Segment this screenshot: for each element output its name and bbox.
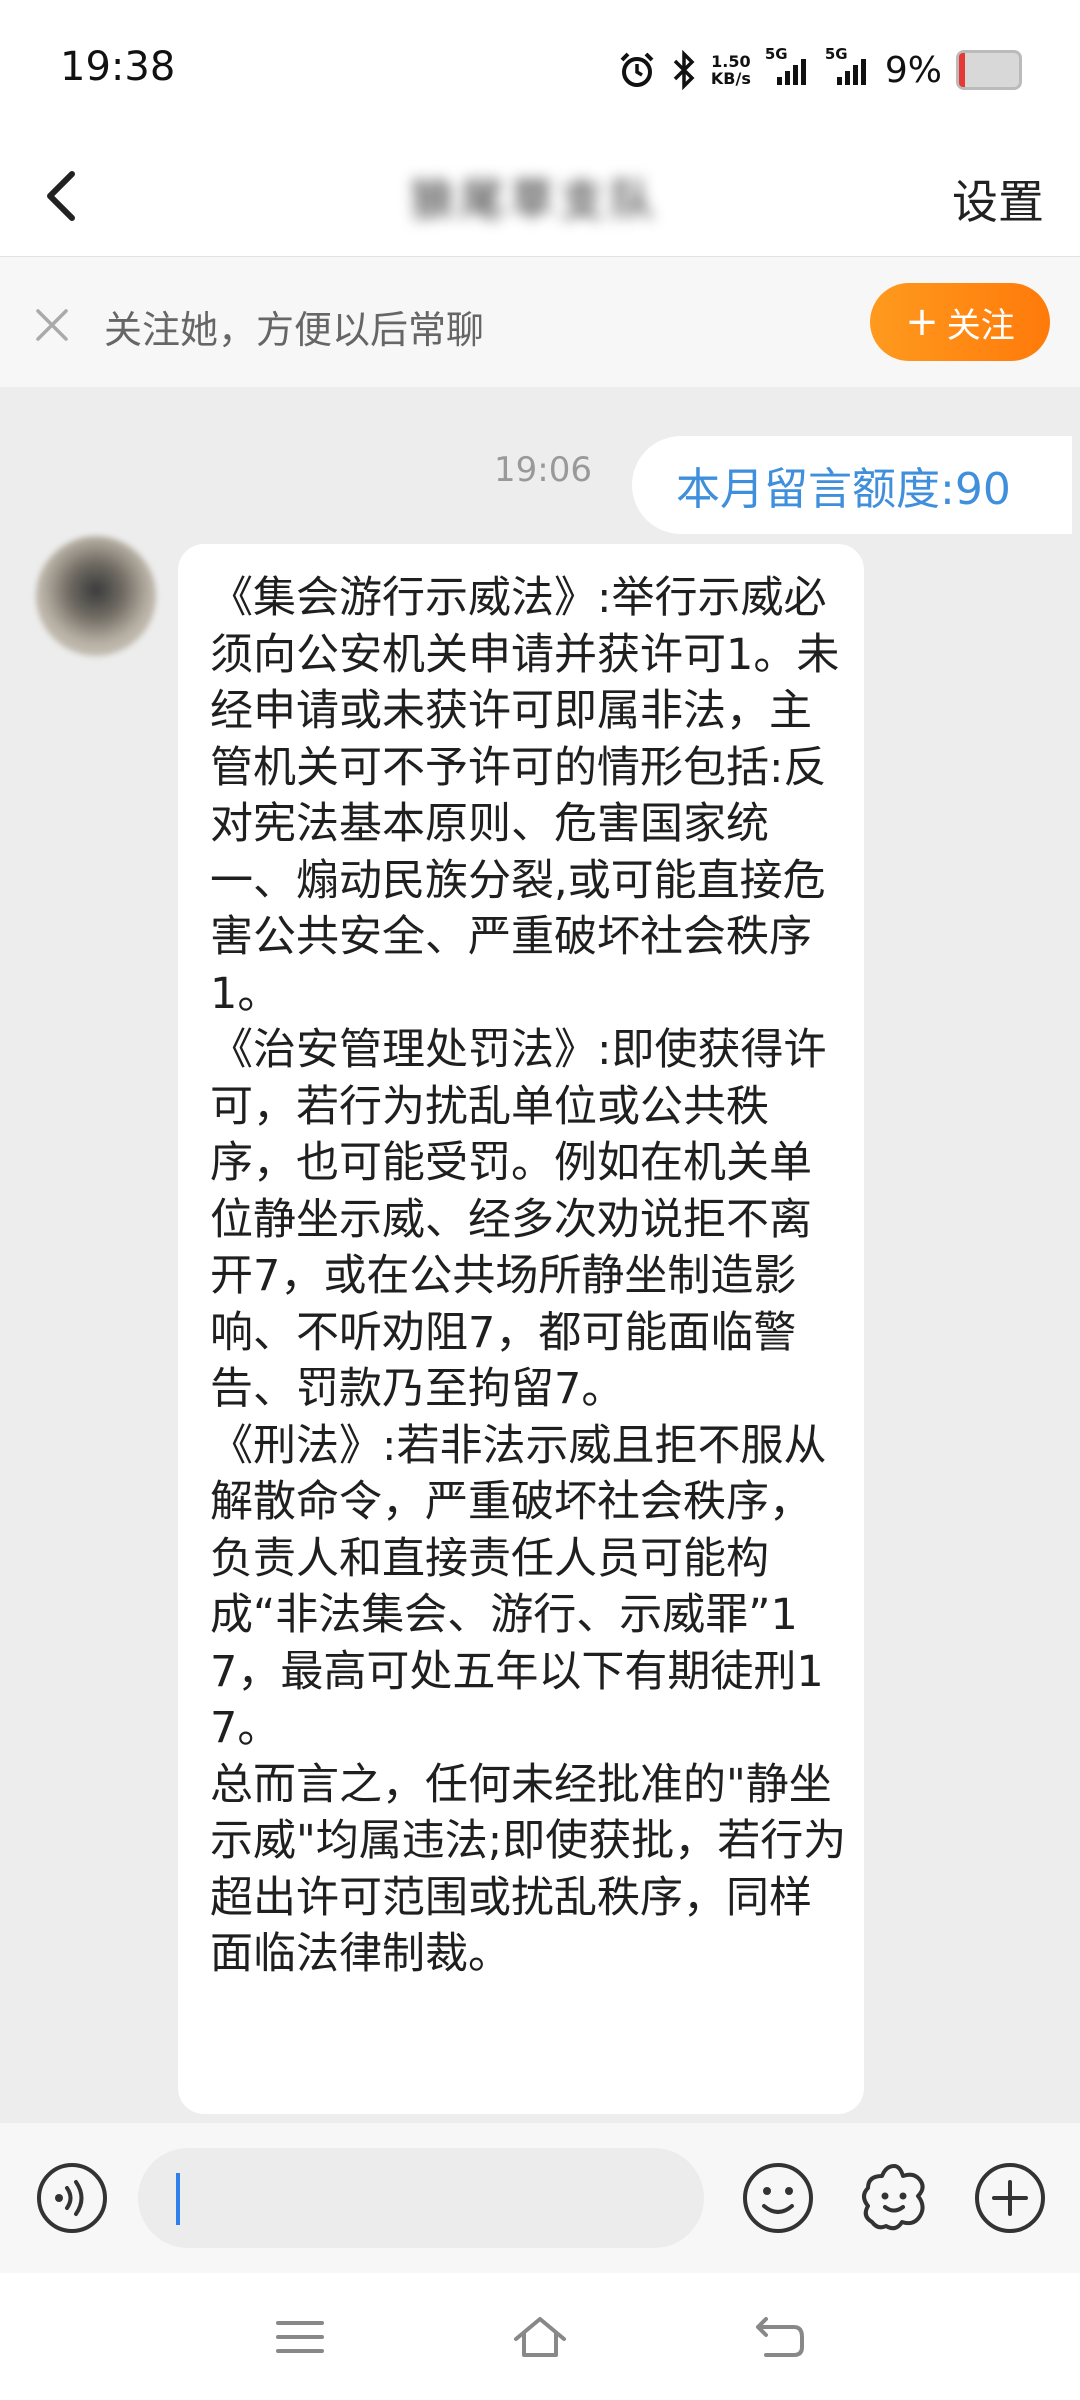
battery-percent: 9% [884, 49, 942, 91]
emoji-icon[interactable] [740, 2160, 816, 2236]
add-icon[interactable] [972, 2160, 1048, 2236]
input-bar [0, 2123, 1080, 2273]
sim1-label: 5G [764, 45, 788, 63]
outgoing-message-text: 本月留言额度:90 [676, 464, 1011, 515]
page-title: 狼尾草支队 [410, 175, 660, 226]
message-input[interactable] [138, 2148, 704, 2248]
outgoing-message[interactable]: 本月留言额度:90 [632, 436, 1072, 534]
home-icon[interactable] [510, 2311, 570, 2363]
text-cursor [176, 2173, 180, 2225]
status-time: 19:38 [60, 44, 176, 90]
signal-icon: 5G [765, 45, 811, 85]
follow-prompt: 关注她，方便以后常聊 [104, 308, 485, 352]
battery-icon [956, 50, 1022, 90]
back-nav-icon[interactable] [750, 2311, 810, 2363]
bluetooth-icon [673, 50, 695, 90]
sticker-icon[interactable] [856, 2160, 932, 2236]
alarm-icon [620, 52, 654, 87]
system-nav-bar [0, 2273, 1080, 2400]
status-bar: 19:38 1.50 KB/s 5G 5G 9% [0, 0, 1080, 138]
follow-button-label: 关注 [946, 305, 1015, 346]
net-speed-unit: KB/s [710, 69, 751, 88]
incoming-message[interactable]: 《集会游行示威法》:举行示威必须向公安机关申请并获许可1。未经申请或未获许可即属… [178, 544, 864, 2114]
follow-button[interactable]: + 关注 [870, 283, 1050, 361]
message-list[interactable]: 19:06 本月留言额度:90 《集会游行示威法》:举行示威必须向公安机关申请并… [0, 388, 1080, 2123]
status-icons: 1.50 KB/s 5G 5G 9% [617, 45, 1022, 92]
chat-screen: 19:38 1.50 KB/s 5G 5G 9% 狼尾草支队 设置 关注她，方便… [0, 0, 1080, 2400]
avatar[interactable] [36, 536, 156, 656]
menu-icon[interactable] [270, 2311, 330, 2363]
incoming-message-text: 《集会游行示威法》:举行示威必须向公安机关申请并获许可1。未经申请或未获许可即属… [210, 573, 847, 1979]
message-timestamp: 19:06 [494, 450, 592, 490]
voice-icon[interactable] [34, 2160, 110, 2236]
plus-icon: + [905, 299, 939, 345]
sim2-label: 5G [824, 45, 848, 63]
net-speed-value: 1.50 [711, 52, 751, 71]
chat-header: 狼尾草支队 设置 [0, 138, 1080, 257]
network-speed: 1.50 KB/s [711, 53, 751, 87]
close-icon[interactable] [32, 305, 72, 345]
signal-icon-2: 5G [825, 45, 871, 85]
back-icon[interactable] [28, 160, 100, 232]
settings-button[interactable]: 设置 [952, 166, 1044, 232]
